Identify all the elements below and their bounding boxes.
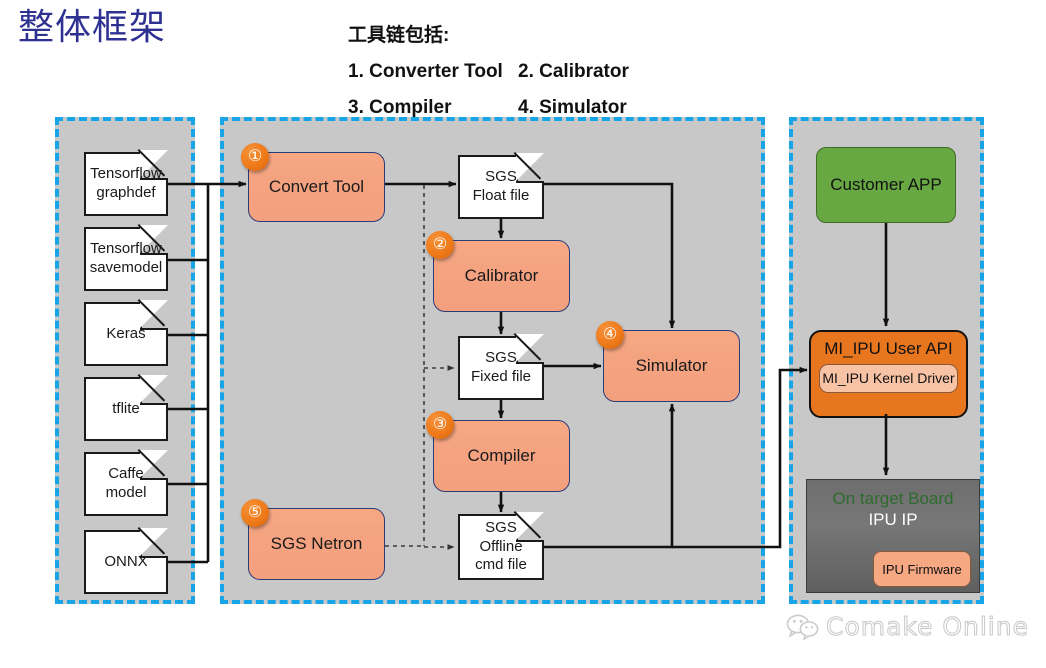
watermark-text: Comake Online bbox=[826, 612, 1029, 642]
step-badge-2: ② bbox=[426, 231, 454, 259]
input-file-label-2: savemodel bbox=[89, 259, 163, 276]
artifact-label: SGS bbox=[485, 168, 517, 186]
input-file-label: ONNX bbox=[104, 552, 148, 570]
artifact-label-2: Offline bbox=[479, 537, 523, 555]
input-file-label: Keras bbox=[106, 324, 146, 342]
input-file-label-2: graphdef bbox=[96, 184, 156, 201]
artifact-label: SGS bbox=[485, 349, 517, 367]
step-badge-1: ① bbox=[241, 143, 269, 171]
input-file-label: tflite bbox=[112, 399, 140, 417]
input-file-label: Tensorflow bbox=[90, 240, 162, 258]
input-file-label: Tensorflow bbox=[90, 165, 162, 183]
watermark: Comake Online bbox=[786, 612, 1029, 642]
step-badge-4: ④ bbox=[596, 321, 624, 349]
artifact-label: SGS bbox=[485, 518, 517, 536]
input-file-label: Caffe bbox=[108, 465, 144, 483]
artifact-label-2: Fixed file bbox=[470, 368, 532, 385]
artifact-label-2: Float file bbox=[472, 187, 530, 204]
step-badge-3: ③ bbox=[426, 411, 454, 439]
wechat-icon bbox=[786, 614, 819, 640]
slide-canvas: 整体框架 工具链包括: 1. Converter Tool 2. Calibra… bbox=[0, 0, 1046, 668]
step-badge-5: ⑤ bbox=[241, 499, 269, 527]
input-file-label-2: model bbox=[105, 484, 147, 501]
artifact-label-3: cmd file bbox=[475, 556, 527, 574]
